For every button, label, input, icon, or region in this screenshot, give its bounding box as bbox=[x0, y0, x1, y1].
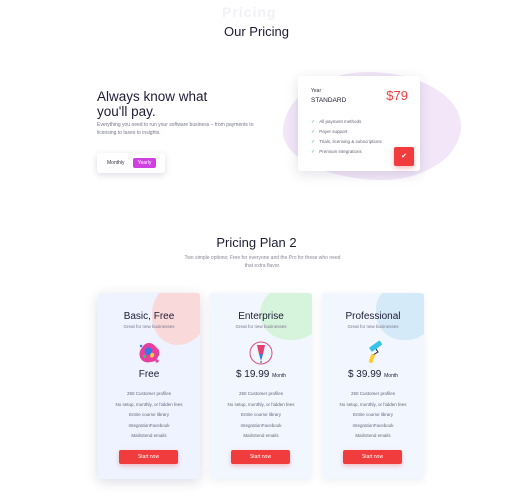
feature-item: ✓ Payer support bbox=[311, 129, 348, 135]
hero-description: Everything you need to run your software… bbox=[97, 122, 254, 136]
feature-item: IntegrationFacebook bbox=[352, 422, 394, 428]
paint-roller-icon bbox=[368, 340, 383, 364]
plan-feature-list: 250 Customer profiles No setup, monthly,… bbox=[98, 389, 200, 442]
plan-name: Enterprise bbox=[238, 311, 284, 322]
check-icon: ✔ bbox=[401, 153, 407, 160]
standard-period: Year bbox=[311, 88, 322, 94]
feature-item: MailsSend emails bbox=[355, 433, 391, 438]
feature-item: IntegrationFacebook bbox=[240, 422, 282, 428]
watermark-text: Pricing bbox=[222, 4, 277, 20]
hero-headline: Always know what you'll pay. bbox=[97, 89, 208, 119]
feature-item: ✓ All payment methods bbox=[311, 119, 362, 125]
plan-card-basic: Basic, Free Great for new businesses Fre… bbox=[98, 293, 200, 479]
feature-item: IntegrationFacebook bbox=[128, 422, 170, 428]
feature-item: Entire course library bbox=[128, 412, 169, 417]
feature-item: 250 Customer profiles bbox=[238, 391, 284, 396]
plan-name: Professional bbox=[345, 311, 401, 322]
paint-splash-icon bbox=[139, 343, 160, 363]
feature-item: MailsSend emails bbox=[243, 433, 279, 438]
plan-price: $ 19.99 Month bbox=[235, 369, 287, 380]
plan-name: Basic, Free bbox=[123, 311, 175, 322]
plan-tagline: Great for new businesses bbox=[347, 324, 399, 329]
pen-icon bbox=[249, 341, 273, 365]
section-subtitle: Two simple options; Free for everyone an… bbox=[184, 255, 341, 269]
feature-item: No setup, monthly, or hidden fees bbox=[339, 401, 407, 407]
plan-card-enterprise: Enterprise Great for new businesses $ 19… bbox=[210, 293, 312, 479]
start-now-button[interactable]: Start now bbox=[343, 450, 402, 464]
standard-feature-list: ✓ All payment methods ✓ Payer support ✓ Tri… bbox=[311, 117, 382, 157]
feature-item: MailsSend emails bbox=[131, 433, 167, 438]
standard-plan-name: STANDARD bbox=[311, 97, 347, 104]
feature-item: No setup, monthly, or hidden fees bbox=[115, 401, 183, 407]
check-icon: ✓ bbox=[311, 119, 316, 125]
check-icon: ✓ bbox=[311, 139, 316, 145]
start-now-button[interactable]: Start now bbox=[119, 450, 178, 464]
feature-item: 250 Customer profiles bbox=[350, 391, 396, 396]
standard-price: $79 bbox=[386, 88, 408, 103]
feature-item: ✓ Premium integrations bbox=[311, 149, 362, 155]
feature-item: No setup, monthly, or hidden fees bbox=[227, 401, 295, 407]
plan-tagline: Great for new businesses bbox=[123, 324, 175, 329]
check-icon: ✓ bbox=[311, 149, 316, 155]
section-title-pricing-plan: Pricing Plan 2 bbox=[216, 235, 297, 250]
section-title-our-pricing: Our Pricing bbox=[223, 24, 290, 39]
plan-feature-list: 250 Customer profiles No setup, monthly,… bbox=[210, 389, 312, 442]
feature-item: Entire course library bbox=[352, 412, 393, 417]
feature-item: ✓ Trials, licensing & subscriptions bbox=[311, 139, 382, 145]
standard-select-button[interactable]: ✔ bbox=[394, 147, 414, 166]
billing-toggle[interactable]: Monthly Yearly bbox=[97, 153, 165, 173]
start-now-button[interactable]: Start now bbox=[231, 450, 290, 464]
plan-card-professional: Professional Great for new businesses $ … bbox=[322, 293, 424, 479]
feature-item: 250 Customer profiles bbox=[126, 391, 172, 396]
standard-plan-card: Year STANDARD $79 ✓ All payment methods ✓… bbox=[298, 76, 420, 171]
check-icon: ✓ bbox=[311, 129, 316, 135]
plan-price: Free bbox=[138, 369, 160, 380]
plan-price: $ 39.99 Month bbox=[347, 369, 399, 380]
toggle-monthly[interactable]: Monthly bbox=[107, 160, 125, 166]
feature-item: Entire course library bbox=[240, 412, 281, 417]
plan-tagline: Great for new businesses bbox=[235, 324, 287, 329]
toggle-yearly[interactable]: Yearly bbox=[133, 158, 156, 168]
plan-feature-list: 250 Customer profiles No setup, monthly,… bbox=[322, 389, 424, 442]
